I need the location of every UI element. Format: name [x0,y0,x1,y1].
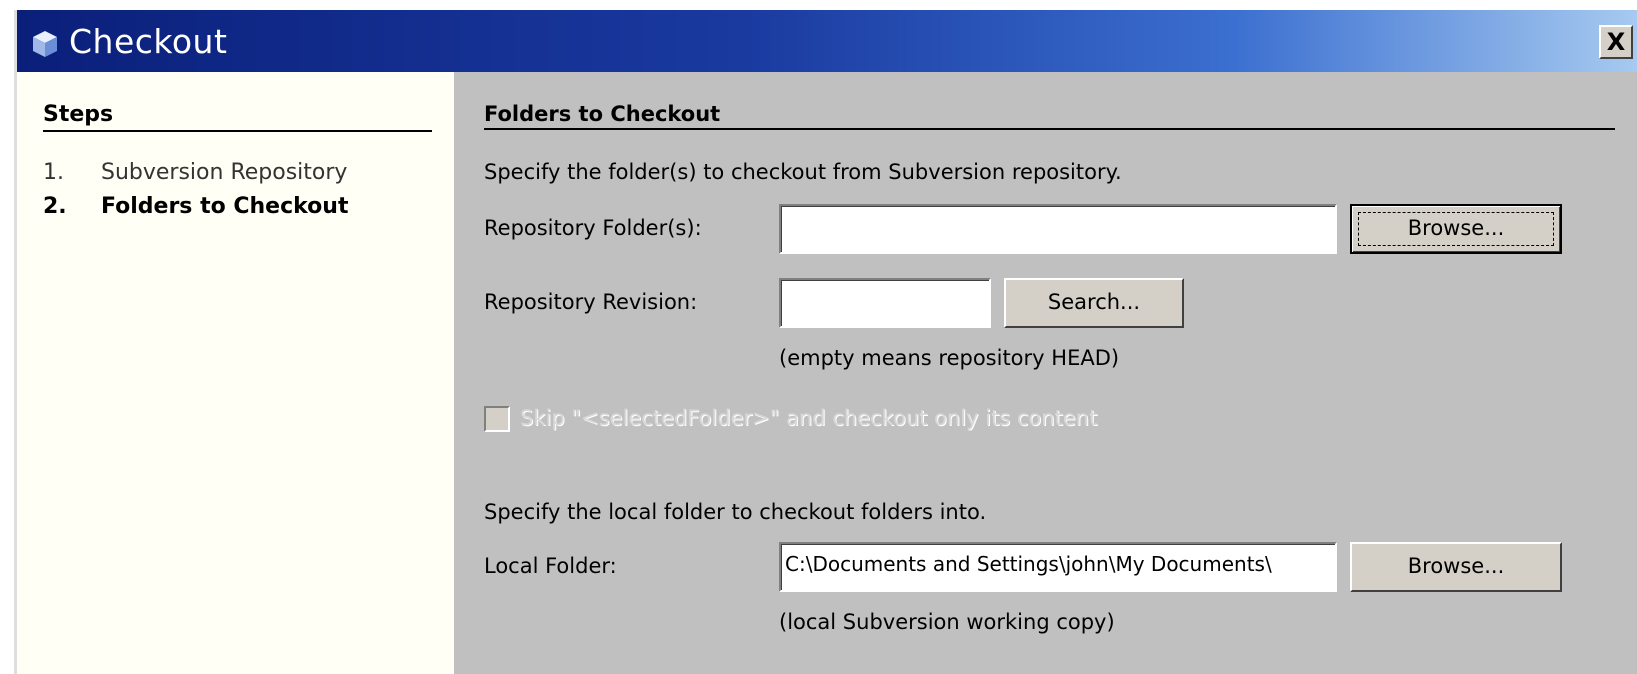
search-label: Search... [1047,290,1141,314]
search-button[interactable]: Search... [1004,278,1184,328]
browse-label: Browse... [1407,554,1505,578]
close-button[interactable]: X [1599,25,1633,59]
repository-folder-browse-button[interactable]: Browse... [1350,204,1562,254]
local-folder-browse-button[interactable]: Browse... [1350,542,1562,592]
repository-folder-input[interactable] [779,204,1337,254]
skip-folder-checkbox-label: Skip "<selectedFolder>" and checkout onl… [520,406,1098,430]
steps-panel: Steps 1. Subversion Repository 2. Folders … [17,72,454,674]
local-folder-input[interactable]: C:\Documents and Settings\john\My Docume… [779,542,1337,592]
step-label: Folders to Checkout [101,194,349,219]
repository-revision-label: Repository Revision: [484,290,698,314]
main-content: Folders to Checkout Specify the folder(s… [454,72,1637,674]
step-item-folders-to-checkout: 2. Folders to Checkout [43,194,348,219]
section-divider [484,128,1615,130]
skip-folder-checkbox[interactable] [484,406,510,432]
step-number: 1. [43,160,64,185]
step-item-subversion-repository: 1. Subversion Repository [43,160,347,185]
focus-ring [1358,212,1554,246]
close-icon: X [1606,28,1626,56]
revision-hint: (empty means repository HEAD) [779,346,1120,370]
step-number: 2. [43,194,67,219]
dialog-title: Checkout [69,22,228,61]
section-title: Folders to Checkout [484,102,721,126]
step-label: Subversion Repository [101,160,348,185]
repository-revision-input[interactable] [779,278,991,328]
steps-divider [43,130,432,132]
intro-text: Specify the folder(s) to checkout from S… [484,160,1122,184]
local-folder-label: Local Folder: [484,554,617,578]
checkout-dialog: Checkout X Steps 1. Subversion Repository… [14,10,1637,674]
local-folder-hint: (local Subversion working copy) [779,610,1115,634]
repository-folder-label: Repository Folder(s): [484,216,702,240]
steps-heading: Steps [43,102,114,127]
cube-icon [33,31,57,57]
local-folder-intro: Specify the local folder to checkout fol… [484,500,987,524]
title-bar[interactable]: Checkout X [17,10,1637,72]
